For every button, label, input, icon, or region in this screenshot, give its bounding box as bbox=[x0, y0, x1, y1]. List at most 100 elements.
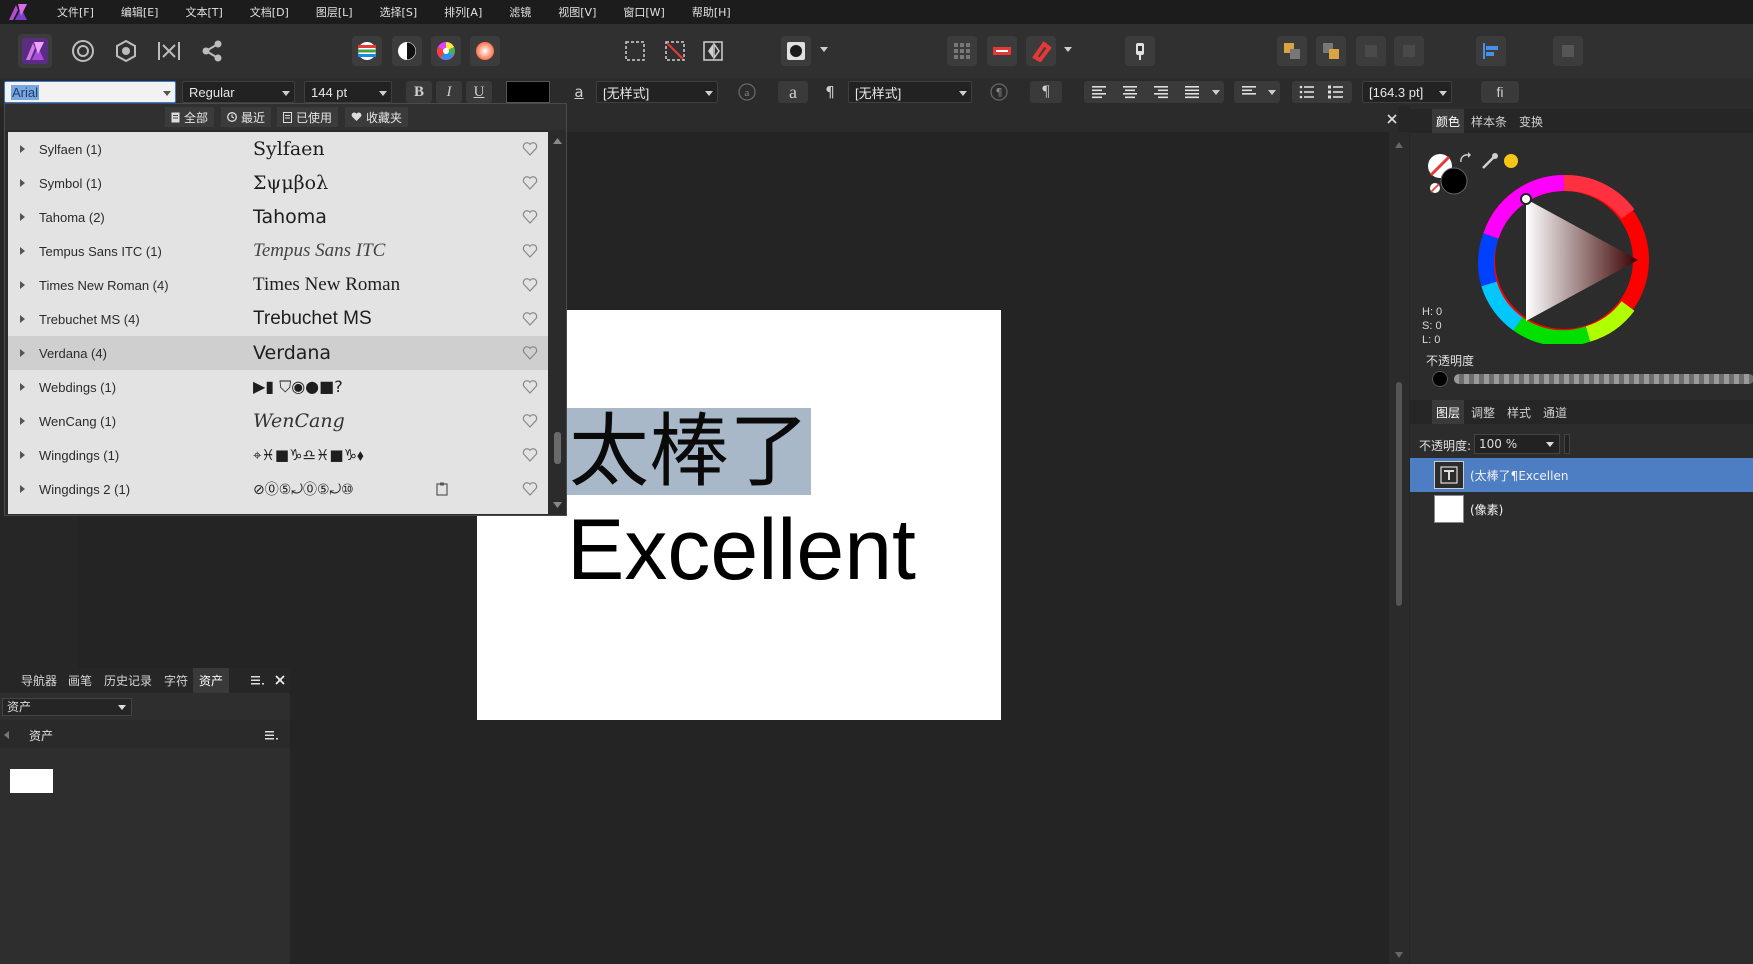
bullet-list-icon[interactable] bbox=[1298, 84, 1316, 100]
align-left-icon[interactable] bbox=[1476, 36, 1506, 66]
align-options-icon[interactable] bbox=[1553, 36, 1583, 66]
font-row-trebuchet[interactable]: Trebuchet MS (4) Trebuchet MS bbox=[8, 302, 548, 336]
selected-text-line[interactable]: 太棒了 bbox=[567, 408, 811, 495]
tab-color[interactable]: 颜色 bbox=[1432, 109, 1465, 133]
collapse-arrow-icon[interactable] bbox=[4, 731, 9, 739]
expand-arrow-icon[interactable] bbox=[20, 213, 25, 221]
move-to-front-icon[interactable] bbox=[1316, 36, 1346, 66]
font-list-scrollbar[interactable] bbox=[551, 132, 564, 514]
asset-thumbnail[interactable] bbox=[10, 769, 53, 793]
favorite-heart-icon[interactable] bbox=[522, 277, 538, 293]
snapping-magnet-icon[interactable] bbox=[1026, 36, 1056, 66]
scroll-down-icon[interactable] bbox=[553, 502, 562, 508]
menu-arrange[interactable]: 排列[A] bbox=[444, 4, 482, 20]
ligatures-button[interactable]: fi bbox=[1481, 81, 1519, 103]
expand-arrow-icon[interactable] bbox=[20, 451, 25, 459]
para-style-circle-icon[interactable]: ¶ bbox=[986, 81, 1012, 103]
italic-button[interactable]: I bbox=[436, 81, 462, 103]
assets-select[interactable]: 资产 bbox=[2, 698, 132, 716]
scroll-up-icon[interactable] bbox=[1395, 142, 1403, 148]
font-row-webdings[interactable]: Webdings (1) ▶▮ ⛉◉●■? bbox=[8, 370, 548, 404]
layer-row-pixel[interactable]: (像素) bbox=[1410, 492, 1753, 526]
export-persona-icon[interactable] bbox=[197, 36, 227, 66]
assets-category-header[interactable]: 资产 bbox=[0, 720, 290, 748]
expand-arrow-icon[interactable] bbox=[20, 247, 25, 255]
tab-styles[interactable]: 样式 bbox=[1507, 400, 1531, 424]
tab-channels[interactable]: 通道 bbox=[1543, 400, 1567, 424]
tab-brushes[interactable]: 画笔 bbox=[68, 668, 92, 693]
menu-help[interactable]: 帮助[H] bbox=[692, 4, 731, 20]
quick-mask-icon[interactable] bbox=[781, 36, 811, 66]
snapping-dropdown-chevron-icon[interactable] bbox=[1064, 47, 1072, 52]
favorite-heart-icon[interactable] bbox=[522, 209, 538, 225]
font-row-times-new-roman[interactable]: Times New Roman (4) Times New Roman bbox=[8, 268, 548, 302]
panel-menu-icon[interactable] bbox=[251, 675, 265, 685]
invert-selection-icon[interactable] bbox=[698, 36, 728, 66]
font-name-chevron-down-icon[interactable] bbox=[163, 91, 171, 96]
tone-mapping-persona-icon[interactable] bbox=[154, 36, 184, 66]
color-wheel[interactable] bbox=[1478, 174, 1753, 344]
align-text-left-icon[interactable] bbox=[1090, 84, 1108, 100]
char-style-apply-button[interactable]: a bbox=[778, 81, 808, 103]
favorite-heart-icon[interactable] bbox=[522, 481, 538, 497]
tab-history[interactable]: 历史记录 bbox=[104, 668, 152, 693]
close-panel-icon[interactable] bbox=[275, 675, 285, 685]
expand-arrow-icon[interactable] bbox=[20, 349, 25, 357]
font-style-select[interactable]: Regular bbox=[182, 81, 295, 103]
menu-text[interactable]: 文本[T] bbox=[185, 4, 222, 20]
menu-document[interactable]: 文档[D] bbox=[250, 4, 289, 20]
deselect-icon[interactable] bbox=[660, 36, 690, 66]
filter-recent-tab[interactable]: 最近 bbox=[221, 107, 272, 127]
favorite-heart-icon[interactable] bbox=[522, 311, 538, 327]
para-style-apply-button[interactable]: ¶ bbox=[1030, 81, 1062, 103]
favorite-heart-icon[interactable] bbox=[522, 379, 538, 395]
tab-transform[interactable]: 变换 bbox=[1519, 109, 1543, 133]
char-style-select[interactable]: [无样式] bbox=[596, 81, 718, 103]
bold-button[interactable]: B bbox=[406, 81, 432, 103]
menu-view[interactable]: 视图[V] bbox=[558, 4, 596, 20]
align-text-right-icon[interactable] bbox=[1152, 84, 1170, 100]
para-style-icon[interactable]: ¶ bbox=[820, 81, 840, 103]
filter-used-tab[interactable]: 已使用 bbox=[277, 107, 339, 127]
grid-icon[interactable] bbox=[947, 36, 977, 66]
expand-arrow-icon[interactable] bbox=[20, 315, 25, 323]
font-list-scroll-thumb[interactable] bbox=[554, 432, 561, 464]
menu-filters[interactable]: 滤镜 bbox=[509, 4, 531, 20]
move-forward-one-icon[interactable] bbox=[1394, 36, 1424, 66]
tab-adjustments[interactable]: 调整 bbox=[1471, 400, 1495, 424]
canvas-vertical-scrollbar[interactable] bbox=[1389, 132, 1409, 964]
font-row-tahoma[interactable]: Tahoma (2) Tahoma bbox=[8, 200, 548, 234]
favorite-heart-icon[interactable] bbox=[522, 447, 538, 463]
move-back-one-icon[interactable] bbox=[1356, 36, 1386, 66]
expand-arrow-icon[interactable] bbox=[20, 281, 25, 289]
swap-colors-icon[interactable] bbox=[1458, 152, 1472, 166]
layer-row-text[interactable]: (太棒了¶Excellen bbox=[1410, 458, 1753, 492]
tab-swatches[interactable]: 样本条 bbox=[1471, 109, 1507, 133]
category-menu-icon[interactable] bbox=[265, 730, 279, 740]
tab-character[interactable]: 字符 bbox=[164, 668, 188, 693]
liquify-persona-icon[interactable] bbox=[68, 36, 98, 66]
align-text-center-icon[interactable] bbox=[1121, 84, 1139, 100]
font-row-wencang[interactable]: WenCang (1) WenCang bbox=[8, 404, 548, 438]
favorite-heart-icon[interactable] bbox=[522, 243, 538, 259]
menu-select[interactable]: 选择[S] bbox=[380, 4, 418, 20]
text-color-swatch[interactable] bbox=[506, 81, 550, 103]
affinity-photo-logo-icon[interactable] bbox=[0, 0, 36, 24]
tab-layers[interactable]: 图层 bbox=[1432, 400, 1465, 424]
align-dropdown-chevron-icon[interactable] bbox=[1212, 90, 1220, 95]
underline-button[interactable]: U bbox=[466, 81, 492, 103]
menu-edit[interactable]: 编辑[E] bbox=[121, 4, 159, 20]
expand-arrow-icon[interactable] bbox=[20, 485, 25, 493]
favorite-heart-icon[interactable] bbox=[522, 345, 538, 361]
assistant-icon[interactable] bbox=[987, 36, 1017, 66]
favorite-heart-icon[interactable] bbox=[522, 175, 538, 191]
black-white-icon[interactable] bbox=[392, 36, 422, 66]
char-style-icon[interactable]: a bbox=[570, 81, 588, 103]
font-row-wingdings-2[interactable]: Wingdings 2 (1) ⊘⓪⑤⤾⓪⑤⤾⑩ bbox=[8, 472, 548, 506]
filter-all-tab[interactable]: 全部 bbox=[165, 107, 215, 127]
font-dropdown[interactable]: 全部 最近 已使用 收藏夹 Sylfaen (1) Sylfaen Symbol… bbox=[4, 103, 567, 516]
filter-favorites-tab[interactable]: 收藏夹 bbox=[345, 107, 409, 127]
develop-persona-icon[interactable] bbox=[111, 36, 141, 66]
justify-text-icon[interactable] bbox=[1183, 84, 1201, 100]
scroll-up-icon[interactable] bbox=[553, 138, 562, 144]
